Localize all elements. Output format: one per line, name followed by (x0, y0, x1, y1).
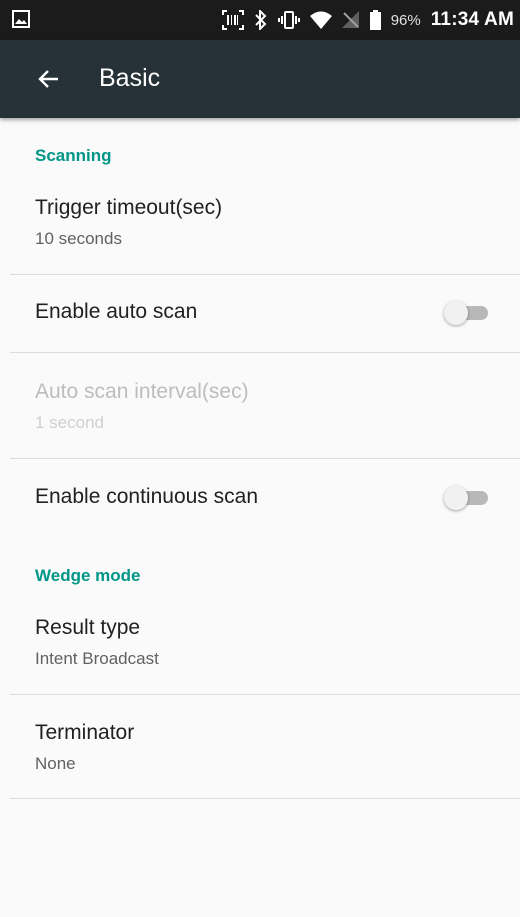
pref-summary: 10 seconds (35, 229, 122, 248)
image-icon (12, 10, 30, 28)
pref-summary: None (35, 754, 76, 773)
category-header-scanning: Scanning (35, 146, 112, 165)
battery-icon (369, 0, 381, 40)
no-sim-icon (341, 0, 360, 40)
arrow-back-icon (38, 70, 58, 88)
back-button[interactable] (30, 60, 68, 98)
clock: 11:34 AM (430, 9, 514, 30)
pref-trigger-timeout[interactable]: Trigger timeout(sec) 10 seconds (0, 182, 520, 274)
pref-summary: Intent Broadcast (35, 649, 159, 668)
vibrate-icon (277, 0, 300, 40)
pref-title: Enable auto scan (35, 300, 198, 323)
status-bar: 96% 11:34 AM (0, 0, 520, 40)
pref-terminator[interactable]: Terminator None (0, 695, 520, 798)
auto-scan-switch[interactable] (444, 301, 490, 325)
divider (10, 798, 520, 799)
switch-thumb (444, 486, 468, 510)
pref-title: Result type (35, 616, 141, 639)
pref-auto-scan-interval: Auto scan interval(sec) 1 second (0, 353, 520, 458)
app-bar: Basic (0, 40, 520, 118)
pref-enable-auto-scan[interactable]: Enable auto scan (0, 275, 520, 352)
category-header-wedge-mode: Wedge mode (35, 566, 141, 585)
pref-enable-continuous-scan[interactable]: Enable continuous scan (0, 459, 520, 537)
page-title: Basic (99, 64, 161, 92)
pref-title: Trigger timeout(sec) (35, 196, 223, 219)
pref-title: Auto scan interval(sec) (35, 380, 249, 403)
pref-result-type[interactable]: Result type Intent Broadcast (0, 602, 520, 694)
pref-title: Enable continuous scan (35, 485, 258, 508)
barcode-scan-icon (221, 0, 244, 40)
continuous-scan-switch[interactable] (444, 486, 490, 510)
pref-title: Terminator (35, 721, 135, 744)
bluetooth-icon (254, 0, 268, 40)
battery-percentage: 96% (390, 11, 421, 29)
wifi-icon (309, 0, 332, 40)
switch-thumb (444, 301, 468, 325)
pref-summary: 1 second (35, 413, 104, 432)
